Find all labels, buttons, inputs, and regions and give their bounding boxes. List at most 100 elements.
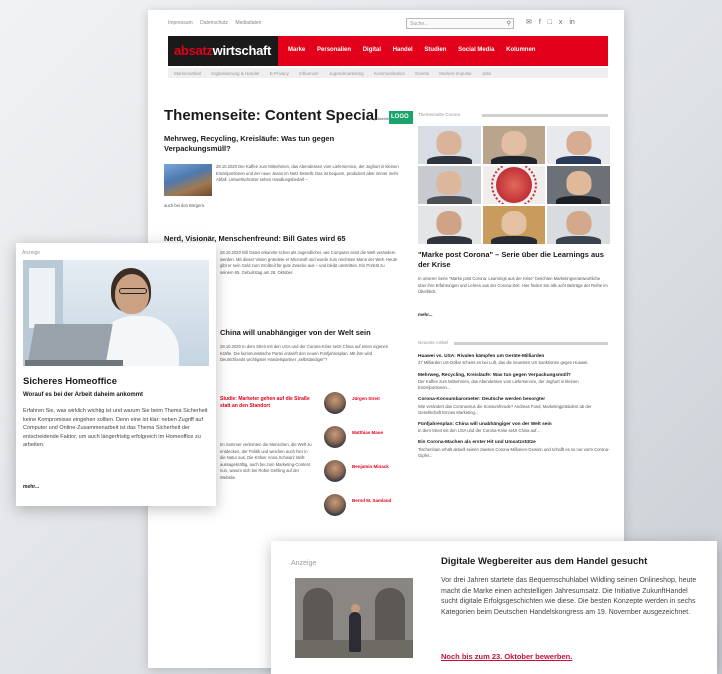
face-shape [436,171,462,195]
site-logo[interactable]: absatzwirtschaft [168,36,278,66]
search-icon[interactable]: ⚲ [507,20,511,27]
avatar [324,392,346,414]
list-item[interactable]: Mehrweg, Recycling, Kreisläufe: Was tun … [418,373,610,392]
article-teaser: 28.10.2020 Der Kaffee zum Mitnehmen, das… [216,164,399,182]
portrait-tile [482,206,546,244]
section-divider [454,342,608,345]
nav-items: Marke Personalien Digital Handel Studien… [288,47,545,53]
logo-part-1: absatz [174,43,213,58]
util-link-datenschutz[interactable]: Datenschutz [200,20,228,26]
handel-ad-card[interactable]: Anzeige Digitale Wegbereiter aus dem Han… [271,541,717,674]
nav-item-studien[interactable]: Studien [424,47,446,53]
nav-item-personalien[interactable]: Personalien [317,47,351,53]
authors-list: Jürgen Streit Matthias Maue Benjamin Min… [324,390,404,526]
nav-item-social-media[interactable]: Social Media [458,47,494,53]
virus-icon [490,166,537,204]
ad-title[interactable]: Sicheres Homeoffice [23,376,117,387]
ad-title[interactable]: Digitale Wegbereiter aus dem Handel gesu… [441,556,647,567]
nav-item-marke[interactable]: Marke [288,47,305,53]
author-item[interactable]: Jürgen Streit [324,390,404,420]
list-item[interactable]: Huawei vs. USA: Rivalen kämpfen um Gerät… [418,354,610,367]
util-link-impressum[interactable]: Impressum [168,20,193,26]
ad-label: Anzeige [291,560,317,567]
facebook-icon[interactable]: f [539,19,541,26]
subnav-item[interactable]: E-Privacy [270,71,289,76]
article-thumbnail[interactable] [164,164,212,196]
more-link[interactable]: mehr... [23,484,39,490]
util-link-mediadaten[interactable]: Mediadaten [235,20,261,26]
author-item[interactable]: Matthias Maue [324,424,404,454]
sidebar-feature-title[interactable]: "Marke post Corona" – Serie über die Lea… [418,250,608,270]
twitter-icon[interactable]: ✉ [526,19,532,26]
avatar [324,460,346,482]
window-shape [29,268,55,328]
news-text: Wie verändert das Coronavirus die Konsum… [418,403,592,415]
face-shape [501,211,527,235]
torso-shape [556,235,602,244]
portrait-tile [418,126,481,164]
portrait-grid[interactable] [418,126,610,244]
nav-item-handel[interactable]: Handel [393,47,413,53]
subnav-item[interactable]: Marken-Impulse [439,71,471,76]
subnav-item[interactable]: Markenartikel [174,71,201,76]
main-navigation: absatzwirtschaft Marke Personalien Digit… [168,36,608,66]
virus-tile [482,166,546,204]
subnav-item[interactable]: Digitalisierung & Handel [211,71,259,76]
ad-body: Vor drei Jahren startete das Bequemschuh… [441,577,697,616]
more-link[interactable]: mehr... [418,312,433,317]
list-item[interactable]: Corona-Konsumbarometer: Deutsche werden … [418,397,610,416]
article-title[interactable]: China will unabhängiger von der Welt sei… [220,328,371,337]
sidebar-feature-text: In unserer Serie "Marke post Corona: Lea… [418,276,608,294]
list-item[interactable]: Fünfjahresplan: China will unabhängiger … [418,422,610,435]
subnav-item[interactable]: Jobs [482,71,492,76]
author-name: Bernd M. Samland [352,498,392,503]
xing-icon[interactable]: x [559,19,563,26]
face-shape [436,211,462,235]
section-divider [482,114,608,117]
face-shape [501,131,527,155]
portrait-tile [482,126,546,164]
instagram-icon[interactable]: □ [548,19,552,26]
ad-image[interactable] [23,260,209,366]
article-title[interactable]: Nerd, Visionär, Menschenfreund: Bill Gat… [164,234,346,243]
subnav-item[interactable]: Influencer [299,71,319,76]
news-text: In dem Streit mit den USA und der Corona… [418,428,540,434]
torso-shape [491,155,537,164]
ad-subtitle: Worauf es bei der Arbeit daheim ankommt [23,392,144,398]
social-icons: ✉ f □ x in [526,18,580,26]
sponsor-logo[interactable]: LOGO [389,111,413,124]
portrait-tile [418,166,481,204]
news-list: Huawei vs. USA: Rivalen kämpfen um Gerät… [418,354,610,465]
portrait-tile [547,166,610,204]
author-item[interactable]: Benjamin Minack [324,458,404,488]
avatar [324,426,346,448]
nav-item-kolumnen[interactable]: Kolumnen [506,47,535,53]
author-name: Matthias Maue [352,430,384,435]
article-link[interactable]: Studie: Marketer gehen auf die Straße st… [220,396,312,411]
author-item[interactable]: Bernd M. Samland [324,492,404,522]
nav-item-digital[interactable]: Digital [363,47,381,53]
sub-navigation: Markenartikel Digitalisierung & Handel E… [168,68,608,78]
ad-image[interactable] [295,578,413,658]
portrait-tile [547,206,610,244]
laptop-edge-shape [25,360,123,366]
article-title[interactable]: Mehrweg, Recycling, Kreisläufe: Was tun … [164,134,384,154]
news-section-label: Neueste Artikel [418,340,449,345]
article-teaser: Im Sommer verlernten die Menschen, die W… [220,442,312,480]
person-shape [349,612,361,652]
search-input[interactable]: Suche... ⚲ [406,18,514,29]
list-item[interactable]: Ein Corona-Machen als erster Hit und Ums… [418,440,610,459]
article-teaser: 28.10.2020 Bill Gates erkannte schon als… [220,250,398,275]
subnav-item[interactable]: Jugendmarketing [329,71,364,76]
face-shape [436,131,462,155]
subnav-item[interactable]: Events [415,71,429,76]
torso-shape [426,155,472,164]
linkedin-icon[interactable]: in [569,19,574,26]
face-shape [566,131,592,155]
utility-links: Impressum Datenschutz Mediadaten [168,20,267,26]
homeoffice-ad-card[interactable]: Anzeige Sicheres Homeoffice Worauf es be… [16,243,216,506]
utility-bar: Impressum Datenschutz Mediadaten Suche..… [148,10,624,32]
subnav-item[interactable]: Kommunikation [374,71,405,76]
apply-link[interactable]: Noch bis zum 23. Oktober bewerben. [441,652,572,661]
ad-body: Erfahren Sie, was wirklich wichtig ist u… [23,408,208,449]
